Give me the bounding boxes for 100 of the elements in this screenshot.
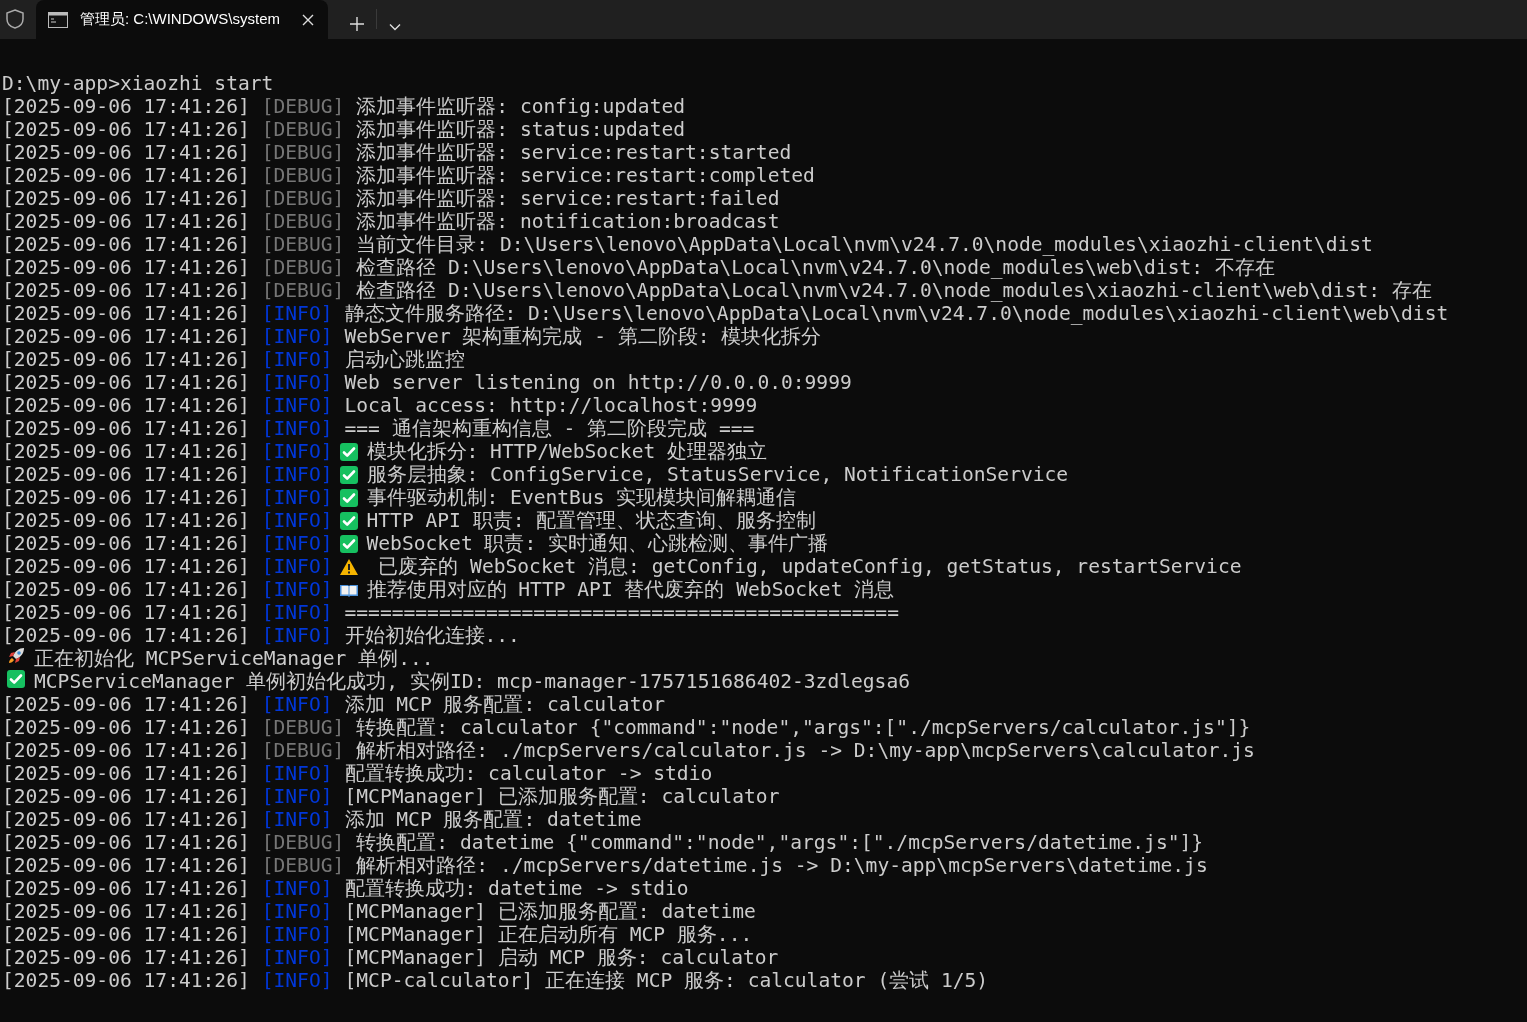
log-timestamp: [2025-09-06 17:41:26] [2,601,250,624]
log-message: 添加事件监听器: service:restart:failed [356,187,780,210]
log-level: [INFO] [261,946,333,969]
log-message: 解析相对路径: ./mcpServers/calculator.js -> D:\my-app\mcpServers\calculator.js [356,739,1255,762]
log-message: 正在初始化 MCPServiceManager 单例... [34,647,434,670]
log-timestamp: [2025-09-06 17:41:26] [2,118,250,141]
log-message: 检查路径 D:\Users\lenovo\AppData\Local\nvm\v24.7.0\node_modules\xiaozhi-client\web\dist: 存在 [356,279,1432,302]
check-icon [338,464,359,485]
log-message: 添加事件监听器: config:updated [356,95,686,118]
log-timestamp: [2025-09-06 17:41:26] [2,923,250,946]
log-level: [DEBUG] [261,739,345,762]
log-level: [INFO] [261,578,333,601]
log-message: 模块化拆分: HTTP/WebSocket 处理器独立 [366,440,768,463]
log-timestamp: [2025-09-06 17:41:26] [2,371,250,394]
log-timestamp: [2025-09-06 17:41:26] [2,854,250,877]
log-level: [INFO] [261,808,333,831]
log-timestamp: [2025-09-06 17:41:26] [2,256,250,279]
chevron-down-icon[interactable] [389,23,401,31]
log-timestamp: [2025-09-06 17:41:26] [2,693,250,716]
log-level: [INFO] [261,555,333,578]
log-level: [DEBUG] [261,95,345,118]
log-timestamp: [2025-09-06 17:41:26] [2,785,250,808]
log-timestamp: [2025-09-06 17:41:26] [2,417,250,440]
log-level: [INFO] [261,601,333,624]
log-timestamp: [2025-09-06 17:41:26] [2,348,250,371]
shield-icon [4,8,26,30]
log-message: Local access: http://localhost:9999 [344,394,758,417]
log-level: [INFO] [261,624,333,647]
log-message: 服务层抽象: ConfigService, StatusService, NotificationService [366,463,1069,486]
log-level: [DEBUG] [261,233,345,256]
log-timestamp: [2025-09-06 17:41:26] [2,739,250,762]
log-message: 开始初始化连接... [344,624,520,647]
log-timestamp: [2025-09-06 17:41:26] [2,969,250,992]
log-message: 转换配置: calculator {"command":"node","args":["./mcpServers/calculator.js"]} [356,716,1251,739]
rocket-icon [6,646,26,666]
log-level: [INFO] [261,302,333,325]
log-message: [MCPManager] 已添加服务配置: calculator [344,785,780,808]
log-level: [INFO] [261,440,333,463]
log-timestamp: [2025-09-06 17:41:26] [2,141,250,164]
log-timestamp: [2025-09-06 17:41:26] [2,808,250,831]
log-timestamp: [2025-09-06 17:41:26] [2,624,250,647]
log-level: [INFO] [261,348,333,371]
log-message: Web server listening on http://0.0.0.0:9999 [344,371,852,394]
log-message: [MCPManager] 启动 MCP 服务: calculator [344,946,779,969]
log-level: [INFO] [261,509,333,532]
check-icon [338,533,359,554]
log-message: 添加 MCP 服务配置: datetime [344,808,642,831]
log-timestamp: [2025-09-06 17:41:26] [2,877,250,900]
log-timestamp: [2025-09-06 17:41:26] [2,532,250,555]
log-timestamp: [2025-09-06 17:41:26] [2,716,250,739]
log-message: 添加事件监听器: notification:broadcast [356,210,780,233]
log-message: 推荐使用对应的 HTTP API 替代废弃的 WebSocket 消息 [366,578,895,601]
log-level: [DEBUG] [261,141,345,164]
log-timestamp: [2025-09-06 17:41:26] [2,210,250,233]
new-tab-icon[interactable] [350,17,364,31]
log-timestamp: [2025-09-06 17:41:26] [2,946,250,969]
log-message: 当前文件目录: D:\Users\lenovo\AppData\Local\nvm\v24.7.0\node_modules\xiaozhi-client\dist [356,233,1373,256]
log-message: 配置转换成功: datetime -> stdio [344,877,689,900]
log-level: [DEBUG] [261,164,345,187]
log-timestamp: [2025-09-06 17:41:26] [2,440,250,463]
log-timestamp: [2025-09-06 17:41:26] [2,900,250,923]
log-level: [DEBUG] [261,854,345,877]
log-level: [INFO] [261,969,333,992]
terminal-icon [48,11,68,28]
log-message: 解析相对路径: ./mcpServers/datetime.js -> D:\my-app\mcpServers\datetime.js [356,854,1208,877]
log-timestamp: [2025-09-06 17:41:26] [2,302,250,325]
log-message: 添加事件监听器: service:restart:completed [356,164,815,187]
log-message: 启动心跳监控 [344,348,465,371]
check-icon [338,441,359,462]
terminal-tab[interactable]: 管理员: C:\WINDOWS\system [36,0,328,39]
log-message: HTTP API 职责: 配置管理、状态查询、服务控制 [366,509,817,532]
log-message: =============================================== [344,601,899,624]
log-timestamp: [2025-09-06 17:41:26] [2,762,250,785]
log-message: 配置转换成功: calculator -> stdio [344,762,713,785]
log-message: WebServer 架构重构完成 - 第二阶段: 模块化拆分 [344,325,822,348]
log-timestamp: [2025-09-06 17:41:26] [2,486,250,509]
check-icon [338,487,359,508]
log-timestamp: [2025-09-06 17:41:26] [2,394,250,417]
check-icon [6,669,26,689]
log-level: [INFO] [261,923,333,946]
log-level: [INFO] [261,900,333,923]
close-icon[interactable] [302,13,314,26]
log-level: [INFO] [261,371,333,394]
log-level: [DEBUG] [261,279,345,302]
log-timestamp: [2025-09-06 17:41:26] [2,233,250,256]
log-message: 事件驱动机制: EventBus 实现模块间解耦通信 [366,486,797,509]
log-level: [INFO] [261,877,333,900]
log-level: [INFO] [261,532,333,555]
log-message: 已废弃的 WebSocket 消息: getConfig, updateConfig, getStatus, restartService [377,555,1242,578]
command-line: D:\my-app>xiaozhi start [2,72,274,95]
log-message: 检查路径 D:\Users\lenovo\AppData\Local\nvm\v24.7.0\node_modules\web\dist: 不存在 [356,256,1275,279]
log-timestamp: [2025-09-06 17:41:26] [2,187,250,210]
log-level: [DEBUG] [261,716,345,739]
log-level: [INFO] [261,417,333,440]
log-timestamp: [2025-09-06 17:41:26] [2,279,250,302]
log-level: [DEBUG] [261,256,345,279]
log-timestamp: [2025-09-06 17:41:26] [2,578,250,601]
log-message: 添加 MCP 服务配置: calculator [344,693,666,716]
log-level: [INFO] [261,394,333,417]
log-message: 静态文件服务路径: D:\Users\lenovo\AppData\Local\nvm\v24.7.0\node_modules\xiaozhi-client\web\dist [344,302,1449,325]
